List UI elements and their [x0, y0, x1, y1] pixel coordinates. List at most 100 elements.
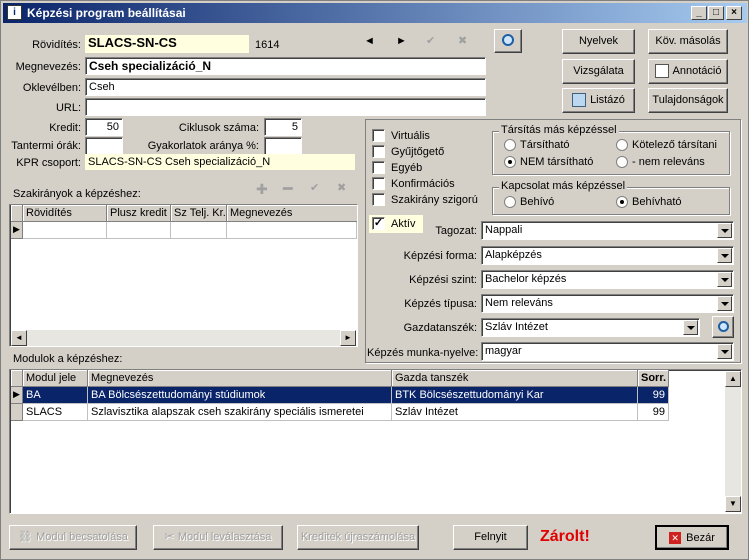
kepzes-tipusa-value: Nem releváns	[485, 297, 553, 309]
annotacio-button[interactable]: Annotáció	[648, 59, 728, 84]
gyujtogeto-label: Gyűjtőgető	[391, 146, 445, 158]
table-cell[interactable]: Szláv Intézet	[392, 404, 638, 421]
gyakorlatok-label: Gyakorlatok aránya %:	[147, 140, 259, 152]
szakirany-szigoru-checkbox[interactable]	[372, 193, 385, 206]
szakiranyok-grid[interactable]: Rövidítés Plusz kredit Sz Telj. Kr. Megn…	[9, 204, 358, 347]
bezar-label: Bezár	[686, 532, 715, 544]
tantermi-field[interactable]	[85, 137, 123, 155]
ciklusok-field[interactable]: 5	[264, 118, 302, 136]
table-cell[interactable]	[171, 222, 227, 239]
tagozat-select[interactable]: Nappali	[481, 221, 734, 240]
column-header[interactable]: Plusz kredit	[107, 205, 171, 222]
kepzes-munkanyelve-select[interactable]: magyar	[481, 342, 734, 361]
column-header[interactable]: Megnevezés	[227, 205, 357, 222]
scroll-up-icon[interactable]: ▲	[725, 371, 741, 387]
row-indicator: ▶	[11, 222, 23, 239]
kepzes-tipusa-label: Képzés típusa:	[404, 298, 477, 310]
table-cell[interactable]	[107, 222, 171, 239]
bezar-button[interactable]: ✕ Bezár	[655, 525, 729, 550]
column-header[interactable]: Sz Telj. Kr.	[171, 205, 227, 222]
vertical-scrollbar[interactable]: ▲ ▼	[725, 371, 741, 512]
gyakorlatok-field[interactable]	[264, 137, 302, 155]
kepzesi-forma-select[interactable]: Alapképzés	[481, 246, 734, 265]
kepzesi-forma-label: Képzési forma:	[403, 250, 477, 262]
table-cell[interactable]: BTK Bölcsészettudományi Kar	[392, 387, 638, 404]
search-icon	[502, 34, 514, 46]
column-header[interactable]: Megnevezés	[88, 370, 392, 387]
kreditek-ujraszamolasa-button[interactable]: Kreditek újraszámolása	[297, 525, 419, 550]
modul-levalasztasa-button[interactable]: ✂ Modul leválasztása	[153, 525, 283, 550]
kov-masolas-button[interactable]: Köv. másolás	[648, 29, 728, 54]
scroll-right-icon[interactable]: ►	[340, 330, 356, 346]
table-cell[interactable]: SLACS	[23, 404, 88, 421]
tarsithato-radio[interactable]	[504, 139, 516, 151]
confirm-icon: ✔	[426, 35, 436, 47]
kpr-field[interactable]: SLACS-SN-CS Cseh specializáció_N	[85, 154, 355, 170]
behivhato-radio[interactable]	[616, 196, 628, 208]
nem-relevans-radio[interactable]	[616, 156, 628, 168]
app-icon: i	[7, 5, 22, 20]
behivhato-label: Behívható	[632, 196, 682, 208]
table-cell[interactable]: BA Bölcsészettudományi stúdiumok	[88, 387, 392, 404]
tagozat-value: Nappali	[485, 224, 523, 236]
chevron-down-icon[interactable]	[717, 272, 732, 287]
horizontal-scrollbar[interactable]: ◄ ►	[11, 330, 356, 346]
search-button[interactable]	[494, 29, 522, 53]
close-icon: ✕	[669, 532, 682, 545]
behivo-radio[interactable]	[504, 196, 516, 208]
ciklusok-label: Ciklusok száma:	[178, 122, 259, 134]
nem-tarsithato-radio[interactable]	[504, 156, 516, 168]
chevron-down-icon[interactable]	[717, 248, 732, 263]
modulok-grid[interactable]: Modul jele Megnevezés Gazda tanszék Sorr…	[9, 369, 742, 514]
prev-record-icon[interactable]: ◄	[364, 35, 375, 47]
table-cell[interactable]: 99	[638, 404, 669, 421]
table-cell[interactable]: 99	[638, 387, 669, 404]
nyelvek-button[interactable]: Nyelvek	[562, 29, 635, 54]
kotelezo-tarsitani-radio[interactable]	[616, 139, 628, 151]
vizsgalata-button[interactable]: Vizsgálata	[562, 59, 635, 84]
egyeb-checkbox[interactable]	[372, 161, 385, 174]
megnevezes-field[interactable]: Cseh specializáció_N	[85, 57, 486, 75]
chevron-down-icon[interactable]	[717, 344, 732, 359]
column-header[interactable]: Modul jele	[23, 370, 88, 387]
modulok-title: Modulok a képzéshez:	[13, 353, 123, 365]
virtualis-checkbox[interactable]	[372, 129, 385, 142]
scroll-left-icon[interactable]: ◄	[11, 330, 27, 346]
modul-becsatolasa-button[interactable]: ⛓ Modul becsatolása	[9, 525, 137, 550]
oklevelben-field[interactable]: Cseh	[85, 78, 486, 96]
title-bar[interactable]: i Képzési program beállításai _ □ ×	[3, 3, 747, 23]
window-title: Képzési program beállításai	[27, 6, 186, 20]
felnyit-button[interactable]: Felnyit	[453, 525, 528, 550]
gazdatanszek-select[interactable]: Szláv Intézet	[481, 318, 700, 337]
maximize-button[interactable]: □	[708, 6, 724, 20]
column-header[interactable]: Rövidítés	[23, 205, 107, 222]
table-cell[interactable]: BA	[23, 387, 88, 404]
scroll-down-icon[interactable]: ▼	[725, 496, 741, 512]
konfirmacios-checkbox[interactable]	[372, 177, 385, 190]
kepzesi-szint-select[interactable]: Bachelor képzés	[481, 270, 734, 289]
table-cell[interactable]	[23, 222, 107, 239]
table-cell[interactable]	[227, 222, 357, 239]
column-header[interactable]: Gazda tanszék	[392, 370, 638, 387]
kepzesi-szint-value: Bachelor képzés	[485, 273, 567, 285]
rovidites-field[interactable]: SLACS-SN-CS	[85, 35, 249, 53]
gyujtogeto-checkbox[interactable]	[372, 145, 385, 158]
column-header[interactable]: Sorr.	[638, 370, 669, 387]
chevron-down-icon[interactable]	[683, 320, 698, 335]
tarsithato-label: Társítható	[520, 139, 570, 151]
gazdatanszek-label: Gazdatanszék:	[403, 322, 477, 334]
kepzesi-szint-label: Képzési szint:	[409, 274, 477, 286]
chevron-down-icon[interactable]	[717, 296, 732, 311]
url-field[interactable]	[85, 98, 486, 116]
kredit-field[interactable]: 50	[85, 118, 123, 136]
minimize-button[interactable]: _	[691, 6, 707, 20]
dialog-window: i Képzési program beállításai _ □ × Rövi…	[0, 0, 749, 560]
kepzes-tipusa-select[interactable]: Nem releváns	[481, 294, 734, 313]
gazdatanszek-search-button[interactable]	[712, 316, 734, 338]
close-window-button[interactable]: ×	[726, 6, 742, 20]
table-cell[interactable]: Szlavisztika alapszak cseh szakirány spe…	[88, 404, 392, 421]
chevron-down-icon[interactable]	[717, 223, 732, 238]
next-record-icon[interactable]: ►	[396, 35, 407, 47]
listazo-button[interactable]: Listázó	[562, 88, 635, 113]
tulajdonsagok-button[interactable]: Tulajdonságok	[648, 88, 728, 113]
